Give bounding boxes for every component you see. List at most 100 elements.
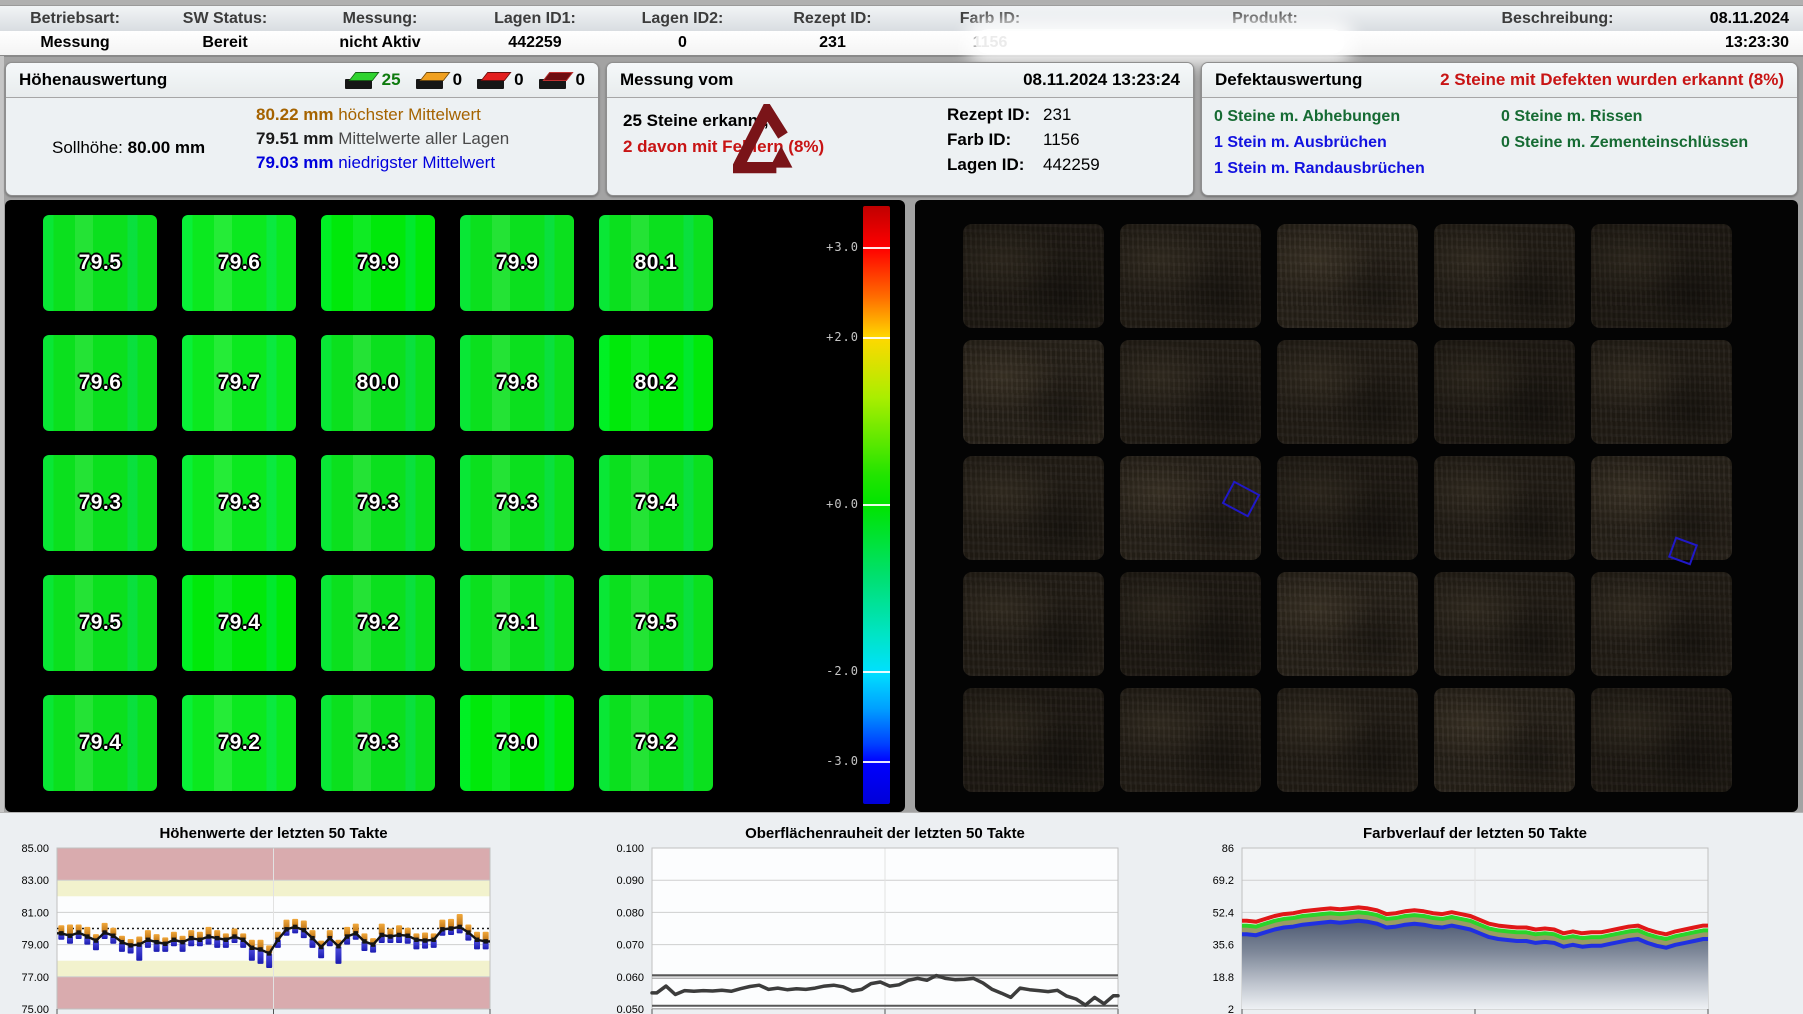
chart-title: Farbverlauf der letzten 50 Takte	[1363, 825, 1587, 842]
panel-defekt-header: Defektauswertung 2 Steine mit Defekten w…	[1202, 63, 1797, 98]
hoehen-heatmap-image: 79.579.679.979.980.179.679.780.079.880.2…	[5, 200, 905, 812]
colorbar-tick-label: -2.0	[811, 664, 859, 678]
brick-top	[481, 72, 512, 81]
y-tick-label: 2	[1228, 1004, 1234, 1014]
camera-brick	[1434, 340, 1575, 444]
header-value: Bereit	[150, 34, 300, 52]
brick-counters: 25000	[330, 70, 585, 90]
panel-hoehenauswertung-header: Höhenauswertung 25000	[6, 63, 598, 98]
y-tick-label: 0.060	[616, 972, 644, 984]
y-tick-label: 35.6	[1213, 940, 1234, 952]
heatmap-brick: 80.2	[599, 335, 713, 431]
panel-defektauswertung: Defektauswertung 2 Steine mit Defekten w…	[1201, 62, 1798, 196]
heatmap-brick: 80.1	[599, 215, 713, 311]
camera-brick	[963, 688, 1104, 792]
camera-brick	[1434, 456, 1575, 560]
trend-charts-section: 85.0083.0081.0079.0077.0075.00Höhenwerte…	[0, 812, 1803, 1014]
heatmap-brick: 79.2	[321, 575, 435, 671]
heatmap-brick: 79.4	[43, 695, 157, 791]
y-tick-label: 0.100	[616, 843, 644, 855]
camera-brick	[1120, 340, 1261, 444]
stat-label: niedrigster Mittelwert	[334, 153, 496, 172]
header-value: 442259	[460, 34, 610, 52]
brick-ausschuss-icon	[539, 71, 572, 90]
panel-messung-title: Messung vom	[620, 70, 733, 90]
y-tick-label: 0.050	[616, 1004, 644, 1014]
panel-messung: Messung vom 08.11.2024 13:23:24 25 Stein…	[606, 62, 1194, 196]
heatmap-brick: 79.4	[599, 455, 713, 551]
sollhoehe-text: Sollhöhe: 80.00 mm	[52, 138, 205, 158]
camera-brick	[1120, 224, 1261, 328]
heatmap-brick: 79.8	[460, 335, 574, 431]
camera-brick	[963, 224, 1104, 328]
camera-brick	[963, 340, 1104, 444]
id-line: Farb ID:1156	[947, 127, 1100, 152]
colorbar-tick	[863, 761, 890, 763]
stat-line: 80.22 mm höchster Mittelwert	[256, 103, 509, 127]
chart-hoehenwerte: 85.0083.0081.0079.0077.0075.00Höhenwerte…	[0, 816, 600, 1014]
brick-top	[419, 72, 450, 81]
camera-brick	[1277, 688, 1418, 792]
heatmap-brick: 79.3	[182, 455, 296, 551]
brick-count: 0	[453, 70, 462, 90]
stat-line: 79.51 mm Mittelwerte aller Lagen	[256, 127, 509, 151]
id-value: 1156	[1043, 130, 1080, 149]
header-label: Lagen ID1:	[460, 10, 610, 28]
heatmap-brick: 80.0	[321, 335, 435, 431]
camera-brick	[1120, 688, 1261, 792]
defekt-stat: 0 Steine m. Zementeinschlüssen	[1501, 130, 1748, 156]
panel-defekt-title: Defektauswertung	[1215, 70, 1362, 90]
y-tick-label: 0.070	[616, 940, 644, 952]
id-line: Lagen ID:442259	[947, 152, 1100, 177]
camera-brick	[1434, 688, 1575, 792]
heatmap-brick: 79.3	[321, 455, 435, 551]
colorbar-tick-label: -3.0	[811, 754, 859, 768]
defekt-stat: 0 Steine m. Rissen	[1501, 104, 1748, 130]
heatmap-brick: 79.3	[321, 695, 435, 791]
id-label: Rezept ID:	[947, 102, 1043, 127]
defekt-stat: 1 Stein m. Ausbrüchen	[1214, 130, 1425, 156]
id-line: Rezept ID:231	[947, 102, 1100, 127]
colorbar-tick	[863, 671, 890, 673]
stat-value: 79.03 mm	[256, 153, 334, 172]
colorbar-tick	[863, 247, 890, 249]
brick-count: 25	[382, 70, 401, 90]
stat-value: 80.22 mm	[256, 105, 334, 124]
min-bar	[335, 946, 341, 964]
min-bar	[136, 945, 142, 961]
id-label: Lagen ID:	[947, 152, 1043, 177]
y-tick-label: 52.4	[1213, 907, 1234, 919]
stat-label: Mittelwerte aller Lagen	[334, 129, 510, 148]
sollhoehe-value: 80.00 mm	[128, 138, 206, 157]
brick-count: 0	[576, 70, 585, 90]
heatmap-brick: 79.6	[43, 335, 157, 431]
colorbar-tick-label: +3.0	[811, 240, 859, 254]
camera-brick	[1591, 224, 1732, 328]
camera-brick	[1434, 224, 1575, 328]
header-label: Produkt:	[1070, 10, 1460, 28]
camera-brick	[1591, 572, 1732, 676]
heatmap-brick: 79.9	[321, 215, 435, 311]
header-value: nicht Aktiv	[300, 34, 460, 52]
heatmap-brick: 79.7	[182, 335, 296, 431]
brick-top	[542, 72, 573, 81]
camera-brick	[1277, 224, 1418, 328]
camera-brick	[1277, 340, 1418, 444]
y-tick-label: 79.00	[21, 940, 49, 952]
id-label: Farb ID:	[947, 127, 1043, 152]
panel-hoehenauswertung: Höhenauswertung 25000 Sollhöhe: 80.00 mm…	[5, 62, 599, 196]
brick-fehler-icon	[477, 71, 510, 90]
y-tick-label: 18.8	[1213, 972, 1234, 984]
chart-title: Oberflächenrauheit der letzten 50 Takte	[745, 825, 1025, 842]
y-tick-label: 77.00	[21, 972, 49, 984]
y-tick-label: 0.090	[616, 875, 644, 887]
id-value: 442259	[1043, 155, 1100, 174]
chart-title: Höhenwerte der letzten 50 Takte	[159, 825, 387, 842]
colorbar-tick	[863, 337, 890, 339]
header-label: Beschreibung:	[1460, 10, 1655, 28]
camera-brick	[1434, 572, 1575, 676]
defekt-stat: 1 Stein m. Randausbrüchen	[1214, 156, 1425, 182]
brick-warnung-icon	[416, 71, 449, 90]
heatmap-brick: 79.5	[599, 575, 713, 671]
camera-brick	[1591, 456, 1732, 560]
